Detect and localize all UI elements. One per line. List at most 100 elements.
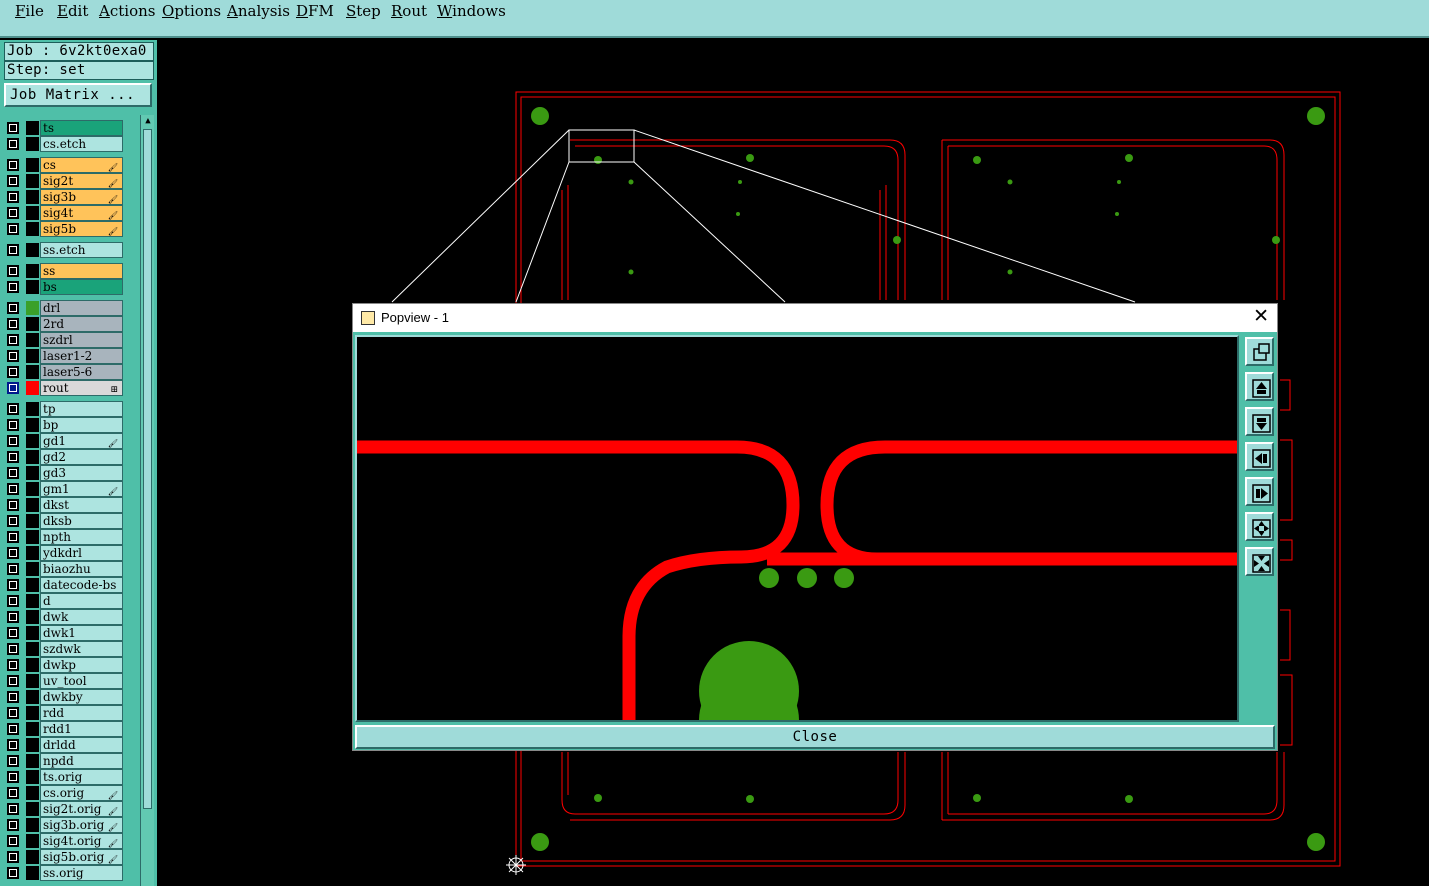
layer-name[interactable]: dwk <box>40 609 123 625</box>
layer-row-tp[interactable]: tp <box>4 401 126 417</box>
layer-row-npth[interactable]: npth <box>4 529 126 545</box>
layer-checkbox[interactable] <box>7 803 19 815</box>
layer-checkbox[interactable] <box>7 451 19 463</box>
layer-color-swatch[interactable] <box>26 121 39 135</box>
layer-name[interactable]: szdrl <box>40 332 123 348</box>
layer-name[interactable]: cs 🖌 <box>40 157 123 173</box>
layer-list-scrollbar[interactable]: ▲ <box>140 115 154 886</box>
layer-checkbox[interactable] <box>7 547 19 559</box>
layer-color-swatch[interactable] <box>26 349 39 363</box>
layer-name[interactable]: drldd <box>40 737 123 753</box>
layer-row-sig3b[interactable]: sig3b 🖌 <box>4 189 126 205</box>
layer-row-dwkp[interactable]: dwkp <box>4 657 126 673</box>
layer-name[interactable]: rdd <box>40 705 123 721</box>
layer-checkbox[interactable] <box>7 159 19 171</box>
layer-row-datecode-bs[interactable]: datecode-bs <box>4 577 126 593</box>
layer-name[interactable]: sig2t 🖌 <box>40 173 123 189</box>
layer-row-ss.etch[interactable]: ss.etch <box>4 242 126 258</box>
layer-row-cs.orig[interactable]: cs.orig 🖌 <box>4 785 126 801</box>
layer-row-gd1[interactable]: gd1 🖌 <box>4 433 126 449</box>
layer-name[interactable]: npth <box>40 529 123 545</box>
layer-color-swatch[interactable] <box>26 381 39 395</box>
pan-right-button[interactable] <box>1245 477 1274 506</box>
layer-color-swatch[interactable] <box>26 498 39 512</box>
layer-row-gm1[interactable]: gm1 🖌 <box>4 481 126 497</box>
layer-color-swatch[interactable] <box>26 626 39 640</box>
layer-row-ss[interactable]: ss <box>4 263 126 279</box>
layer-checkbox[interactable] <box>7 138 19 150</box>
layer-checkbox[interactable] <box>7 787 19 799</box>
layer-checkbox[interactable] <box>7 691 19 703</box>
layer-color-swatch[interactable] <box>26 418 39 432</box>
layer-color-swatch[interactable] <box>26 786 39 800</box>
layer-row-rdd[interactable]: rdd <box>4 705 126 721</box>
layer-row-cs[interactable]: cs 🖌 <box>4 157 126 173</box>
menu-dfm[interactable]: DFM <box>296 2 334 20</box>
layer-name[interactable]: dwkby <box>40 689 123 705</box>
layer-color-swatch[interactable] <box>26 317 39 331</box>
layer-name[interactable]: sig2t.orig 🖌 <box>40 801 123 817</box>
layer-name[interactable]: 2rd <box>40 316 123 332</box>
layer-checkbox[interactable] <box>7 281 19 293</box>
menu-step[interactable]: Step <box>346 2 381 20</box>
layer-color-swatch[interactable] <box>26 738 39 752</box>
zoom-home-button[interactable] <box>1245 337 1274 366</box>
layer-checkbox[interactable] <box>7 659 19 671</box>
layer-checkbox[interactable] <box>7 835 19 847</box>
layer-row-rout[interactable]: rout ⊞ <box>4 380 126 396</box>
layer-row-gd3[interactable]: gd3 <box>4 465 126 481</box>
layer-row-dwkby[interactable]: dwkby <box>4 689 126 705</box>
layer-checkbox[interactable] <box>7 627 19 639</box>
popview-window[interactable]: Popview - 1 ✕ Close <box>352 303 1278 751</box>
layer-color-swatch[interactable] <box>26 482 39 496</box>
layer-row-bs[interactable]: bs <box>4 279 126 295</box>
layer-color-swatch[interactable] <box>26 450 39 464</box>
layer-checkbox[interactable] <box>7 122 19 134</box>
layer-name[interactable]: ss.etch <box>40 242 123 258</box>
layer-row-laser5-6[interactable]: laser5-6 <box>4 364 126 380</box>
layer-name[interactable]: sig5b 🖌 <box>40 221 123 237</box>
layer-name[interactable]: biaozhu <box>40 561 123 577</box>
layer-name[interactable]: bs <box>40 279 123 295</box>
layer-color-swatch[interactable] <box>26 674 39 688</box>
layer-row-laser1-2[interactable]: laser1-2 <box>4 348 126 364</box>
layer-row-rdd1[interactable]: rdd1 <box>4 721 126 737</box>
layer-row-sig4t.orig[interactable]: sig4t.orig 🖌 <box>4 833 126 849</box>
layer-checkbox[interactable] <box>7 643 19 655</box>
layer-name[interactable]: sig4t.orig 🖌 <box>40 833 123 849</box>
layer-name[interactable]: bp <box>40 417 123 433</box>
layer-color-swatch[interactable] <box>26 834 39 848</box>
layer-color-swatch[interactable] <box>26 770 39 784</box>
layer-name[interactable]: cs.etch <box>40 136 123 152</box>
layer-row-dwk1[interactable]: dwk1 <box>4 625 126 641</box>
layer-checkbox[interactable] <box>7 579 19 591</box>
layer-row-ss.orig[interactable]: ss.orig <box>4 865 126 881</box>
layer-name[interactable]: datecode-bs <box>40 577 123 593</box>
layer-name[interactable]: szdwk <box>40 641 123 657</box>
layer-row-sig5b.orig[interactable]: sig5b.orig 🖌 <box>4 849 126 865</box>
job-matrix-button[interactable]: Job Matrix ... <box>4 83 152 107</box>
layer-color-swatch[interactable] <box>26 722 39 736</box>
layer-checkbox[interactable] <box>7 851 19 863</box>
scrollbar-thumb[interactable] <box>143 129 152 809</box>
layer-row-ydkdrl[interactable]: ydkdrl <box>4 545 126 561</box>
layer-row-dwk[interactable]: dwk <box>4 609 126 625</box>
layer-color-swatch[interactable] <box>26 850 39 864</box>
layer-name[interactable]: d <box>40 593 123 609</box>
layer-row-cs.etch[interactable]: cs.etch <box>4 136 126 152</box>
layer-row-dksb[interactable]: dksb <box>4 513 126 529</box>
layer-color-swatch[interactable] <box>26 190 39 204</box>
layer-name[interactable]: uv_tool <box>40 673 123 689</box>
menu-analysis[interactable]: Analysis <box>227 2 290 20</box>
layer-checkbox[interactable] <box>7 265 19 277</box>
layer-name[interactable]: ydkdrl <box>40 545 123 561</box>
layer-checkbox[interactable] <box>7 611 19 623</box>
layer-color-swatch[interactable] <box>26 206 39 220</box>
layer-checkbox[interactable] <box>7 318 19 330</box>
layer-checkbox[interactable] <box>7 350 19 362</box>
layer-color-swatch[interactable] <box>26 562 39 576</box>
layer-checkbox[interactable] <box>7 563 19 575</box>
layer-color-swatch[interactable] <box>26 802 39 816</box>
layer-color-swatch[interactable] <box>26 333 39 347</box>
layer-name[interactable]: sig3b.orig 🖌 <box>40 817 123 833</box>
